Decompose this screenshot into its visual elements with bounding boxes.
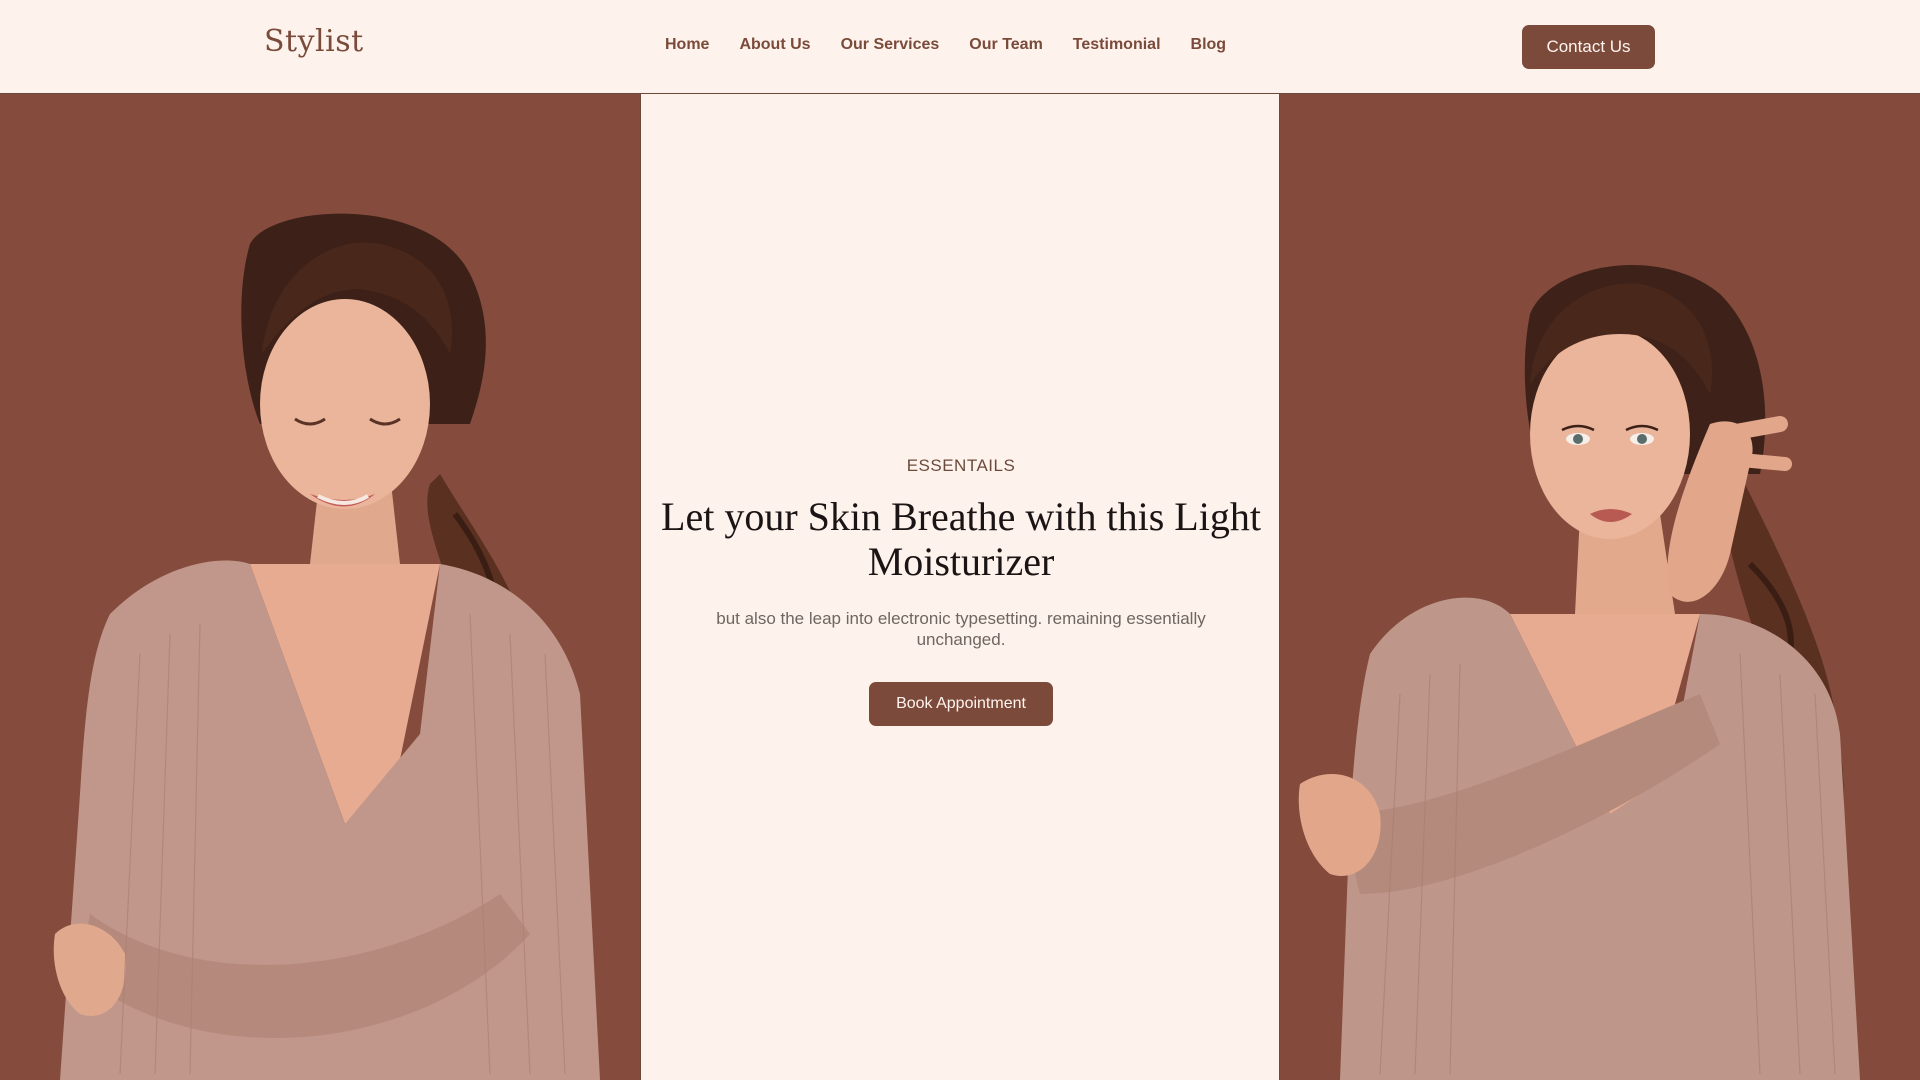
model-portrait-left-illustration <box>0 94 640 1080</box>
main-nav: Home About Us Our Services Our Team Test… <box>665 36 1256 54</box>
nav-item-our-services[interactable]: Our Services <box>841 36 940 54</box>
site-header: Stylist Home About Us Our Services Our T… <box>0 0 1920 94</box>
nav-item-testimonial[interactable]: Testimonial <box>1073 36 1161 54</box>
nav-item-about-us[interactable]: About Us <box>739 36 810 54</box>
contact-us-button[interactable]: Contact Us <box>1522 25 1655 69</box>
hero-image-right <box>1280 94 1920 1080</box>
model-portrait-right-illustration <box>1280 94 1920 1080</box>
nav-item-home[interactable]: Home <box>665 36 709 54</box>
hero-image-left <box>0 94 640 1080</box>
hero-subtitle: but also the leap into electronic typese… <box>716 609 1206 649</box>
hero-content: ESSENTAILS Let your Skin Breathe with th… <box>640 94 1280 1080</box>
hero-title: Let your Skin Breathe with this Light Mo… <box>661 494 1261 584</box>
book-appointment-button[interactable]: Book Appointment <box>869 682 1053 726</box>
site-logo[interactable]: Stylist <box>264 24 364 59</box>
hero-eyebrow: ESSENTAILS <box>906 456 1016 475</box>
nav-item-our-team[interactable]: Our Team <box>969 36 1043 54</box>
nav-item-blog[interactable]: Blog <box>1191 36 1227 54</box>
